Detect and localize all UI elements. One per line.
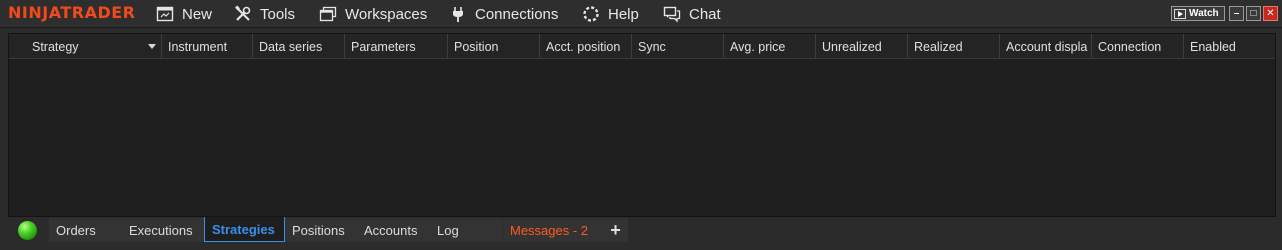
column-header-label: Parameters xyxy=(351,39,416,54)
plug-icon xyxy=(449,5,467,23)
close-button[interactable]: ✕ xyxy=(1263,6,1278,21)
tools-icon xyxy=(234,5,252,23)
tab-orders[interactable]: Orders xyxy=(49,218,122,242)
column-header-instrument[interactable]: Instrument xyxy=(162,34,253,59)
menu-bar: NINJATRADER New Tools Workspaces Connect… xyxy=(0,0,1282,28)
tab-label: Messages - 2 xyxy=(510,222,589,238)
column-header-label: Unrealized xyxy=(822,39,882,54)
minimize-button[interactable]: – xyxy=(1229,6,1244,21)
menu-workspaces[interactable]: Workspaces xyxy=(319,0,427,28)
tab-accounts[interactable]: Accounts xyxy=(357,218,430,242)
menu-new-label: New xyxy=(182,5,213,23)
column-header-label: Position xyxy=(454,39,499,54)
tab-label: Accounts xyxy=(364,222,418,238)
minimize-icon: – xyxy=(1233,7,1240,19)
menu-tools[interactable]: Tools xyxy=(234,0,295,28)
plus-icon: + xyxy=(610,219,621,240)
menu-help-label: Help xyxy=(608,5,639,23)
column-header-data-series[interactable]: Data series xyxy=(253,34,345,59)
column-header-parameters[interactable]: Parameters xyxy=(345,34,448,59)
menu-new[interactable]: New xyxy=(156,0,212,28)
tab-label: Orders xyxy=(56,222,96,238)
bottom-tab-bar: Orders Executions Strategies Positions A… xyxy=(8,217,1276,243)
column-header-label: Realized xyxy=(914,39,963,54)
tab-log[interactable]: Log xyxy=(430,218,502,242)
column-header-label: Instrument xyxy=(168,39,228,54)
column-header-label: Account displa xyxy=(1006,39,1088,54)
menu-chat[interactable]: Chat xyxy=(663,0,721,28)
column-header-label: Sync xyxy=(638,39,666,54)
column-header-position[interactable]: Position xyxy=(448,34,540,59)
lifebuoy-icon xyxy=(582,5,600,23)
column-header-acct-position[interactable]: Acct. position xyxy=(540,34,632,59)
column-header-label: Data series xyxy=(259,39,323,54)
close-icon: ✕ xyxy=(1266,7,1275,19)
chat-icon xyxy=(663,5,681,23)
connection-status-icon xyxy=(18,221,37,240)
column-header-connection[interactable]: Connection xyxy=(1092,34,1184,59)
tab-label: Positions xyxy=(292,222,345,238)
tab-label: Log xyxy=(437,222,459,238)
maximize-icon: □ xyxy=(1250,7,1257,19)
watch-label: Watch xyxy=(1189,8,1219,19)
tab-positions[interactable]: Positions xyxy=(285,218,357,242)
tab-strategies[interactable]: Strategies xyxy=(204,217,285,242)
menu-help[interactable]: Help xyxy=(582,0,639,28)
column-header-avg-price[interactable]: Avg. price xyxy=(724,34,816,59)
menu-workspaces-label: Workspaces xyxy=(345,5,428,23)
column-header-label: Acct. position xyxy=(546,39,621,54)
app-logo: NINJATRADER xyxy=(8,3,136,22)
tab-executions[interactable]: Executions xyxy=(122,218,204,242)
tab-messages[interactable]: Messages - 2 xyxy=(503,218,603,242)
column-header-label: Connection xyxy=(1098,39,1162,54)
tab-label: Executions xyxy=(129,222,193,238)
column-header-label: Enabled xyxy=(1190,39,1236,54)
menu-connections[interactable]: Connections xyxy=(449,0,558,28)
add-tab-button[interactable]: + xyxy=(603,218,628,242)
window-controls: Watch – □ ✕ xyxy=(1171,6,1278,21)
menu-chat-label: Chat xyxy=(689,5,721,23)
chevron-down-icon[interactable] xyxy=(148,44,156,49)
tab-label: Strategies xyxy=(212,221,275,237)
column-header-realized[interactable]: Realized xyxy=(908,34,1000,59)
menu-connections-label: Connections xyxy=(475,5,559,23)
maximize-button[interactable]: □ xyxy=(1246,6,1261,21)
column-header-unrealized[interactable]: Unrealized xyxy=(816,34,908,59)
play-icon xyxy=(1174,8,1186,19)
grid-body-empty[interactable] xyxy=(9,59,1275,217)
grid-header: Strategy Instrument Data series Paramete… xyxy=(9,34,1275,59)
column-header-label: Strategy xyxy=(32,39,79,54)
menu-tools-label: Tools xyxy=(260,5,296,23)
column-header-strategy[interactable]: Strategy xyxy=(9,34,162,59)
workspaces-icon xyxy=(319,5,337,23)
column-header-label: Avg. price xyxy=(730,39,786,54)
strategies-grid: Strategy Instrument Data series Paramete… xyxy=(8,33,1276,217)
column-header-enabled[interactable]: Enabled xyxy=(1184,34,1277,59)
watch-button[interactable]: Watch xyxy=(1171,6,1225,21)
column-header-account-display[interactable]: Account displa xyxy=(1000,34,1092,59)
column-header-sync[interactable]: Sync xyxy=(632,34,724,59)
new-window-icon xyxy=(156,5,174,23)
